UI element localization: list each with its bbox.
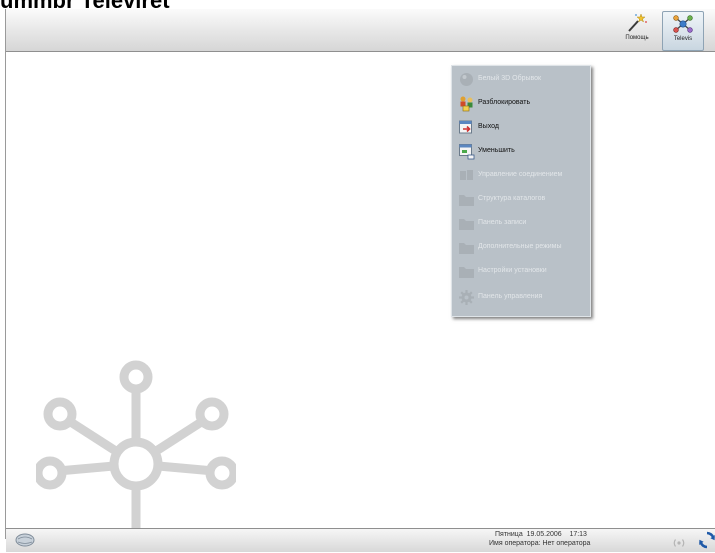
molecule-icon bbox=[673, 15, 693, 33]
network-globe-icon[interactable] bbox=[14, 532, 36, 552]
connection-icon bbox=[460, 170, 473, 180]
operator-value: Нет оператора bbox=[542, 540, 591, 547]
status-bar: Пятница 19.05.2006 17:13 Имя оператора: … bbox=[6, 528, 715, 552]
menu-item-install-settings: Настройки установки bbox=[452, 262, 590, 282]
help-button-label: Помощь bbox=[625, 35, 649, 41]
menu-item-connection: Управление соединением bbox=[452, 166, 590, 186]
folder-icon bbox=[459, 195, 474, 206]
operator-label: Имя оператора: bbox=[489, 540, 541, 547]
help-button[interactable]: Помощь bbox=[617, 11, 657, 49]
status-time: 17:13 bbox=[569, 531, 587, 538]
tools-dropdown-menu: Белый 3D Обрывок Разблокировать Выход Ум… bbox=[451, 65, 591, 317]
menu-item-unlock[interactable]: Разблокировать bbox=[452, 94, 590, 114]
magic-wand-icon bbox=[628, 13, 647, 32]
status-date: 19.05.2006 bbox=[526, 531, 562, 538]
folder-icon bbox=[459, 267, 474, 278]
gear-icon bbox=[459, 290, 474, 305]
folder-icon bbox=[459, 219, 474, 230]
signal-icon bbox=[670, 534, 688, 553]
televis-button-label: Televis bbox=[673, 36, 693, 42]
menu-item-recording-panel: Панель записи bbox=[452, 214, 590, 234]
sphere-icon bbox=[460, 73, 473, 86]
menu-item-extra-modes: Дополнительные режимы bbox=[452, 238, 590, 258]
users-unlock-icon bbox=[460, 96, 473, 112]
menu-item-folder-structure: Структура каталогов bbox=[452, 190, 590, 210]
exit-icon bbox=[459, 120, 472, 134]
status-operator: Имя оператора: Нет оператора bbox=[489, 540, 590, 547]
minimize-icon bbox=[459, 144, 475, 160]
status-day: Пятница bbox=[495, 531, 523, 538]
app-window: Помощь Televis Пятница 19.05.2006 17:13 … bbox=[5, 9, 715, 552]
menu-item-exit[interactable]: Выход bbox=[452, 118, 590, 138]
folder-icon bbox=[459, 243, 474, 254]
top-toolbar: Помощь Televis bbox=[6, 9, 715, 52]
menu-item-control-panel: Панель управления bbox=[452, 288, 590, 308]
menu-item-minimize[interactable]: Уменьшить bbox=[452, 142, 590, 162]
logo-watermark bbox=[33, 359, 239, 533]
televis-button[interactable]: Televis bbox=[662, 11, 704, 51]
menu-item-white-3d: Белый 3D Обрывок bbox=[452, 70, 590, 90]
status-datetime: Пятница 19.05.2006 17:13 bbox=[495, 531, 587, 538]
sync-icon[interactable] bbox=[698, 531, 715, 553]
